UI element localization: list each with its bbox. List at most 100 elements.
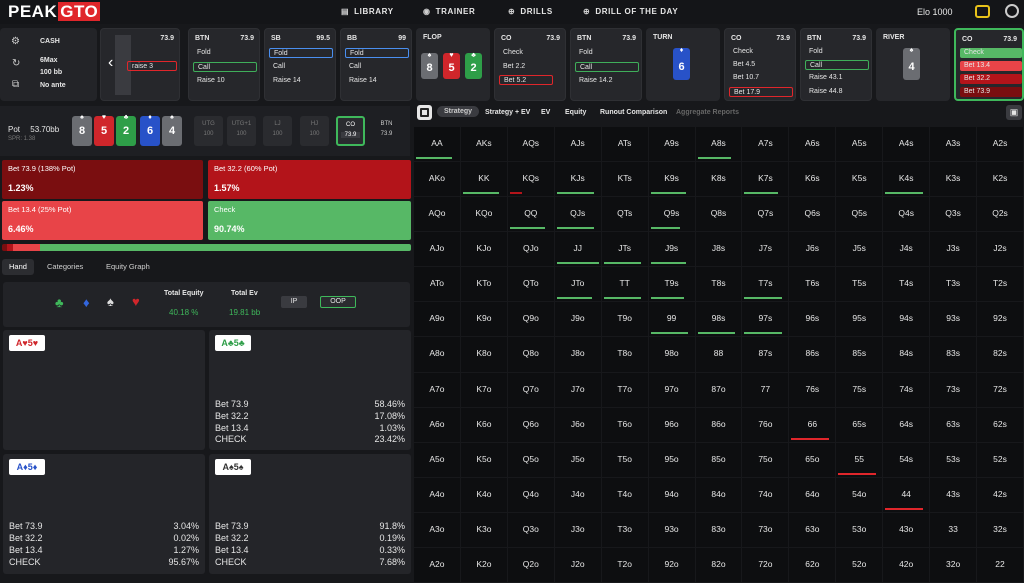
action-card-1[interactable]: ‹ 73.9 raise 3 [100,28,180,101]
hand-cell[interactable]: K8s [695,162,742,197]
hand-cell[interactable]: 86s [789,337,836,372]
hand-cell[interactable]: 72o [742,547,789,582]
hand-cell[interactable]: 43s [930,477,977,512]
hand-cell[interactable]: 43o [883,512,930,547]
hand-cell[interactable]: 73s [930,372,977,407]
hand-cell[interactable]: Q3o [507,512,554,547]
hand-cell[interactable]: A5s [836,127,883,162]
action-bet[interactable]: Bet 73.9 [960,87,1022,97]
tab-equity-graph[interactable]: Equity Graph [99,259,157,275]
tab-equity[interactable]: Equity [565,109,586,116]
hand-cell[interactable]: K4s [883,162,930,197]
nav-trainer[interactable]: ◉ TRAINER [423,7,475,16]
hand-cell[interactable]: 84s [883,337,930,372]
hand-cell[interactable]: 72s [977,372,1023,407]
hand-cell[interactable]: K2s [977,162,1023,197]
hand-cell[interactable]: K3o [460,512,507,547]
hand-cell[interactable]: 73o [742,512,789,547]
hand-cell[interactable]: K9s [648,162,695,197]
action-card-co-river[interactable]: CO 73.9 Check Bet 13.4 Bet 32.2 Bet 73.9 [954,28,1024,101]
action-raise[interactable]: Raise 44.8 [805,87,869,97]
image-icon[interactable]: ▣ [1006,105,1022,120]
hand-cell[interactable]: K7o [460,372,507,407]
hand-cell[interactable]: 66 [789,407,836,442]
hand-cell[interactable]: AKo [414,162,460,197]
hand-cell[interactable]: KJs [554,162,601,197]
hand-cell[interactable]: Q6s [789,197,836,232]
hand-cell[interactable]: A6s [789,127,836,162]
hand-cell[interactable]: J2s [977,232,1023,267]
hand-cell[interactable]: T3s [930,267,977,302]
turn-card[interactable]: TURN ♦ 6 [646,28,720,101]
seat-btn[interactable]: BTN 73.9 [372,116,401,146]
action-fold[interactable]: Fold [345,48,409,58]
hand-cell[interactable]: A4o [414,477,460,512]
tab-aggregate-reports[interactable]: Aggregate Reports [676,109,739,116]
refresh-icon[interactable]: ↻ [12,58,20,69]
action-call[interactable]: Call [805,60,869,70]
club-filter-icon[interactable]: ♣ [55,295,64,310]
hand-cell[interactable]: Q9o [507,302,554,337]
hand-cell[interactable]: KTo [460,267,507,302]
heart-filter-icon[interactable]: ♥ [132,294,140,309]
hand-cell[interactable]: A5o [414,442,460,477]
hand-cell[interactable]: A9s [648,127,695,162]
hand-cell[interactable]: 83o [695,512,742,547]
hand-cell[interactable]: AA [414,127,460,162]
logo[interactable]: PEAK GTO [8,2,101,22]
hand-cell[interactable]: 44 [883,477,930,512]
hand-cell[interactable]: JJ [554,232,601,267]
action-bet[interactable]: Bet 4.5 [729,60,793,70]
hand-cell[interactable]: QJs [554,197,601,232]
hand-cell[interactable]: J3s [930,232,977,267]
hand-cell[interactable]: T8o [601,337,648,372]
ip-toggle[interactable]: IP [281,296,307,308]
hand-cell[interactable]: J8o [554,337,601,372]
hand-cell[interactable]: 65o [789,442,836,477]
hand-cell[interactable]: 53o [836,512,883,547]
hand-cell[interactable]: T5o [601,442,648,477]
hand-cell[interactable]: 85s [836,337,883,372]
action-bet-13-4[interactable]: Bet 13.4 (25% Pot) 6.46% [2,201,203,240]
combo-ad5d[interactable]: A♦5♦ Bet 73.9 3.04% Bet 32.2 0.02% Bet 13.… [3,454,205,574]
hand-cell[interactable]: J3o [554,512,601,547]
tab-categories[interactable]: Categories [40,259,90,275]
hand-cell[interactable]: A3o [414,512,460,547]
grid-view-icon[interactable] [417,105,432,120]
action-check[interactable]: Check 90.74% [208,201,411,240]
hand-cell[interactable]: Q7o [507,372,554,407]
hand-cell[interactable]: A8o [414,337,460,372]
hand-cell[interactable]: AQo [414,197,460,232]
tab-strategy[interactable]: Strategy [437,106,480,117]
flop-card[interactable]: FLOP ♠ 8 ♥ 5 ♣ 2 [416,28,490,101]
hand-cell[interactable]: 84o [695,477,742,512]
spade-filter-icon[interactable]: ♠ [107,294,114,309]
action-bet[interactable]: Bet 10.7 [729,73,793,83]
hand-cell[interactable]: 42o [883,547,930,582]
hand-cell[interactable]: QTs [601,197,648,232]
hand-cell[interactable]: 74s [883,372,930,407]
hand-cell[interactable]: A2s [977,127,1023,162]
hand-cell[interactable]: T9o [601,302,648,337]
hand-cell[interactable]: 82s [977,337,1023,372]
hand-cell[interactable]: 85o [695,442,742,477]
hand-cell[interactable]: J8s [695,232,742,267]
river-card[interactable]: RIVER ♠ 4 [876,28,950,101]
nav-library[interactable]: ▤ LIBRARY [341,7,394,16]
action-card-co-turn[interactable]: CO 73.9 Check Bet 4.5 Bet 10.7 Bet 17.9 [724,28,796,101]
hand-cell[interactable]: J6o [554,407,601,442]
action-raise[interactable]: Raise 14 [345,76,409,86]
hand-cell[interactable]: 54s [883,442,930,477]
hand-cell[interactable]: A4s [883,127,930,162]
hand-cell[interactable]: 63s [930,407,977,442]
hand-cell[interactable]: 87s [742,337,789,372]
action-card-btn-turn[interactable]: BTN 73.9 Fold Call Raise 43.1 Raise 44.8 [800,28,872,101]
hand-cell[interactable]: Q5s [836,197,883,232]
hand-cell[interactable]: J5s [836,232,883,267]
diamond-filter-icon[interactable]: ♦ [83,295,90,310]
hand-cell[interactable]: J7o [554,372,601,407]
action-fold[interactable]: Fold [193,48,257,58]
action-fold[interactable]: Fold [575,48,639,58]
hand-cell[interactable]: KQo [460,197,507,232]
hand-cell[interactable]: 95s [836,302,883,337]
